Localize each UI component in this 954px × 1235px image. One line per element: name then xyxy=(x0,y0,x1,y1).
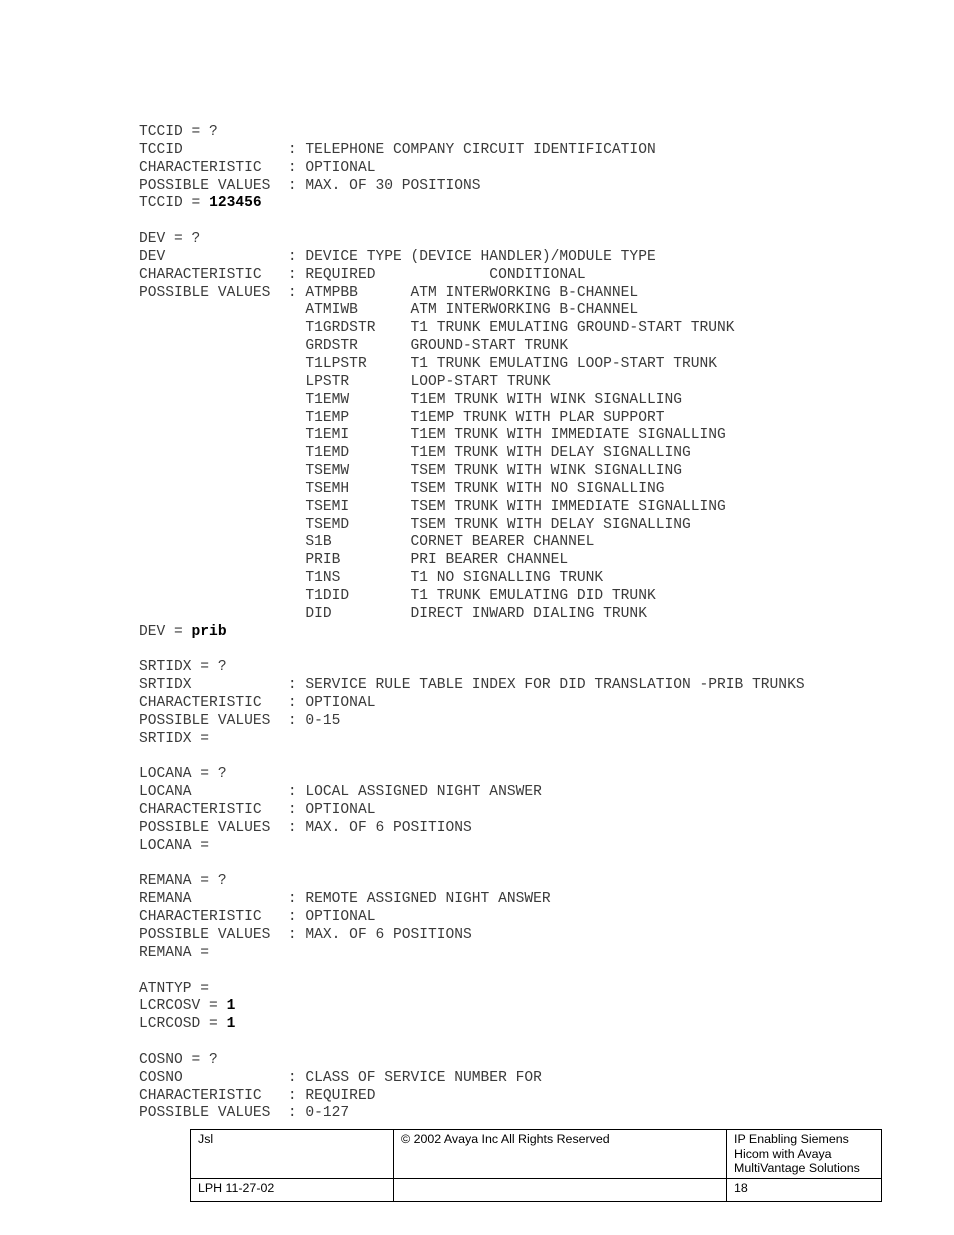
terminal-line: CHARACTERISTIC : OPTIONAL xyxy=(139,695,376,711)
terminal-line: CHARACTERISTIC : OPTIONAL xyxy=(139,909,376,926)
terminal-line: T1DID T1 TRUNK EMULATING DID TRUNK xyxy=(139,587,656,604)
terminal-line: SRTIDX = xyxy=(139,730,210,747)
footer-author-cell: Jsl xyxy=(190,1129,394,1179)
terminal-value: 1 xyxy=(226,1016,236,1033)
terminal-line: SRTIDX = ? xyxy=(139,659,227,676)
terminal-line: CHARACTERISTIC : REQUIRED xyxy=(139,1087,376,1104)
terminal-line: LCRCOSD = 1 xyxy=(139,1016,236,1033)
terminal-line: COSNO : CLASS OF SERVICE NUMBER FOR xyxy=(139,1069,542,1086)
terminal-line: TCCID : TELEPHONE COMPANY CIRCUIT IDENTI… xyxy=(139,141,656,158)
terminal-line: POSSIBLE VALUES : MAX. OF 6 POSITIONS xyxy=(139,819,472,836)
terminal-line: DEV = prib xyxy=(139,623,227,640)
terminal-line: POSSIBLE VALUES : 0-127 xyxy=(139,1105,350,1122)
terminal-line: TCCID = ? xyxy=(139,124,218,140)
terminal-line: GRDSTR GROUND-START TRUNK xyxy=(139,338,569,355)
page-footer-table: Jsl © 2002 Avaya Inc All Rights Reserved… xyxy=(190,1129,882,1202)
terminal-line: LPSTR LOOP-START TRUNK xyxy=(139,373,551,390)
footer-product-cell: IP Enabling Siemens Hicom with Avaya Mul… xyxy=(726,1129,882,1179)
terminal-line: LCRCOSV = 1 xyxy=(139,998,236,1015)
terminal-line: TSEMD TSEM TRUNK WITH DELAY SIGNALLING xyxy=(139,516,691,533)
terminal-line: DID DIRECT INWARD DIALING TRUNK xyxy=(139,605,647,622)
terminal-line: POSSIBLE VALUES : ATMPBB ATM INTERWORKIN… xyxy=(139,284,639,301)
terminal-line: CHARACTERISTIC : OPTIONAL xyxy=(139,802,376,819)
terminal-line: T1LPSTR T1 TRUNK EMULATING LOOP-START TR… xyxy=(139,355,718,372)
terminal-line: ATNTYP = xyxy=(139,980,210,997)
terminal-line: COSNO = ? xyxy=(139,1051,218,1068)
terminal-line: SRTIDX : SERVICE RULE TABLE INDEX FOR DI… xyxy=(139,677,805,694)
terminal-line: DEV = ? xyxy=(139,231,201,248)
footer-empty-cell xyxy=(393,1178,727,1202)
terminal-line: T1EMW T1EM TRUNK WITH WINK SIGNALLING xyxy=(139,391,682,408)
footer-row-bottom: LPH 11-27-02 18 xyxy=(190,1178,882,1202)
terminal-line: T1GRDSTR T1 TRUNK EMULATING GROUND-START… xyxy=(139,320,735,337)
footer-docid-cell: LPH 11-27-02 xyxy=(190,1178,394,1202)
terminal-line: ATMIWB ATM INTERWORKING B-CHANNEL xyxy=(139,302,639,319)
terminal-line: DEV : DEVICE TYPE (DEVICE HANDLER)/MODUL… xyxy=(139,248,656,265)
terminal-output: TCCID = ? TCCID : TELEPHONE COMPANY CIRCU… xyxy=(139,124,899,1123)
terminal-line: S1B CORNET BEARER CHANNEL xyxy=(139,534,595,551)
terminal-line: REMANA = ? xyxy=(139,873,227,890)
terminal-value: 123456 xyxy=(209,195,262,212)
terminal-line: REMANA = xyxy=(139,944,210,961)
terminal-line: T1EMD T1EM TRUNK WITH DELAY SIGNALLING xyxy=(139,445,691,462)
terminal-line: T1EMP T1EMP TRUNK WITH PLAR SUPPORT xyxy=(139,409,665,426)
terminal-line: LOCANA : LOCAL ASSIGNED NIGHT ANSWER xyxy=(139,784,542,801)
terminal-line: CHARACTERISTIC : REQUIRED CONDITIONAL xyxy=(139,266,586,283)
terminal-line: TSEMH TSEM TRUNK WITH NO SIGNALLING xyxy=(139,480,665,497)
terminal-line: REMANA : REMOTE ASSIGNED NIGHT ANSWER xyxy=(139,891,551,908)
footer-row-top: Jsl © 2002 Avaya Inc All Rights Reserved… xyxy=(190,1129,882,1179)
terminal-value: 1 xyxy=(226,998,236,1015)
terminal-value: prib xyxy=(191,623,227,640)
terminal-line: POSSIBLE VALUES : 0-15 xyxy=(139,712,341,729)
terminal-line: LOCANA = xyxy=(139,837,210,854)
terminal-line: POSSIBLE VALUES : MAX. OF 30 POSITIONS xyxy=(139,177,481,194)
terminal-line: T1EMI T1EM TRUNK WITH IMMEDIATE SIGNALLI… xyxy=(139,427,726,444)
footer-copyright-cell: © 2002 Avaya Inc All Rights Reserved xyxy=(393,1129,727,1179)
terminal-line: TSEMI TSEM TRUNK WITH IMMEDIATE SIGNALLI… xyxy=(139,498,726,515)
footer-page-number: 18 xyxy=(726,1178,882,1202)
terminal-line: POSSIBLE VALUES : MAX. OF 6 POSITIONS xyxy=(139,926,472,943)
terminal-line: CHARACTERISTIC : OPTIONAL xyxy=(139,159,376,176)
terminal-line: T1NS T1 NO SIGNALLING TRUNK xyxy=(139,570,604,587)
terminal-line: TSEMW TSEM TRUNK WITH WINK SIGNALLING xyxy=(139,463,682,480)
terminal-line: PRIB PRI BEARER CHANNEL xyxy=(139,552,569,569)
terminal-line: LOCANA = ? xyxy=(139,766,227,783)
terminal-line: TCCID = 123456 xyxy=(139,195,262,212)
